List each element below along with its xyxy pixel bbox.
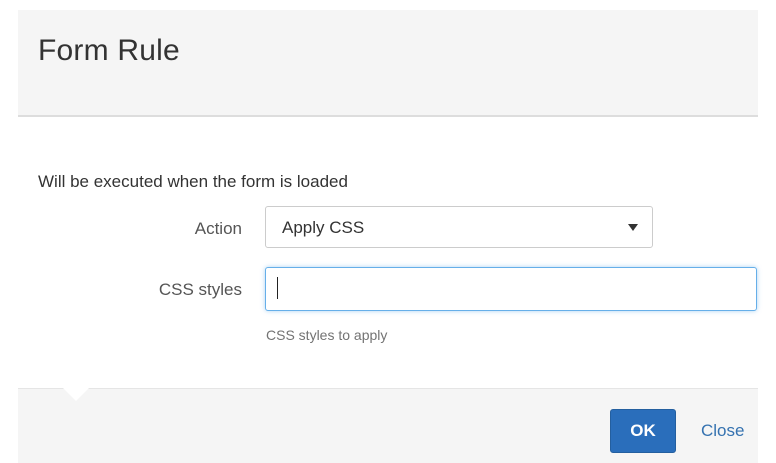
dialog-header: Form Rule [18, 10, 758, 117]
css-styles-input[interactable] [265, 267, 757, 311]
css-styles-label: CSS styles [158, 280, 242, 299]
close-link[interactable]: Close [701, 421, 744, 441]
action-selected-value: Apply CSS [282, 218, 365, 237]
caret-down-icon [628, 224, 638, 231]
dialog-footer: OK Close [18, 388, 758, 463]
css-styles-help-text: CSS styles to apply [266, 327, 388, 343]
action-label: Action [194, 219, 242, 238]
ok-button[interactable]: OK [610, 409, 676, 453]
action-select[interactable]: Apply CSS [265, 206, 653, 248]
form-rule-dialog: Form Rule Will be executed when the form… [0, 0, 776, 463]
text-cursor [277, 277, 278, 299]
footer-notch-icon [63, 388, 89, 401]
dialog-body: Will be executed when the form is loaded… [0, 117, 776, 387]
rule-description: Will be executed when the form is loaded [38, 172, 348, 191]
dialog-title: Form Rule [38, 34, 180, 67]
